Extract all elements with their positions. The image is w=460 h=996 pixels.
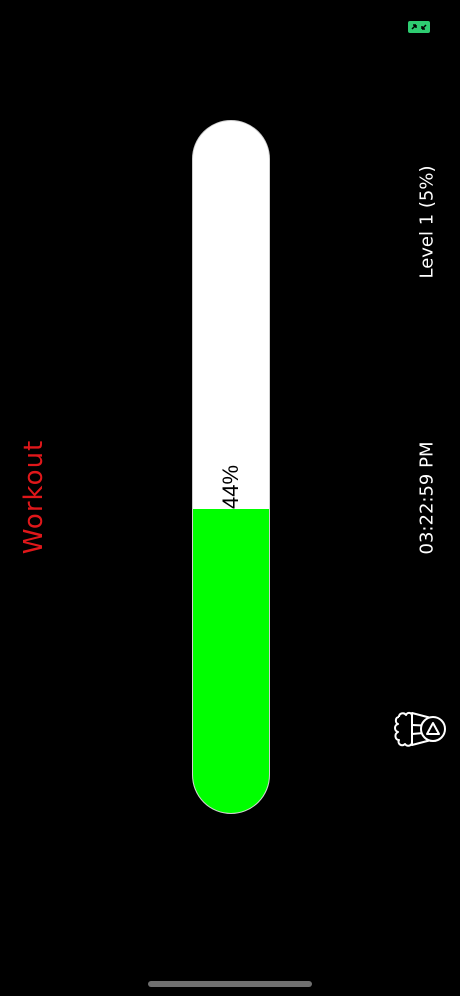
progress-percent: 44%: [218, 464, 243, 510]
popcorn-play-icon[interactable]: [393, 707, 457, 751]
clock-time: 03:22:59 PM: [416, 441, 438, 555]
home-indicator[interactable]: [148, 981, 312, 987]
progress-fill: [193, 508, 269, 813]
page-title: Workout: [19, 439, 49, 555]
fullscreen-toggle-icon[interactable]: [408, 18, 430, 33]
level-label: Level 1 (5%): [416, 165, 438, 279]
